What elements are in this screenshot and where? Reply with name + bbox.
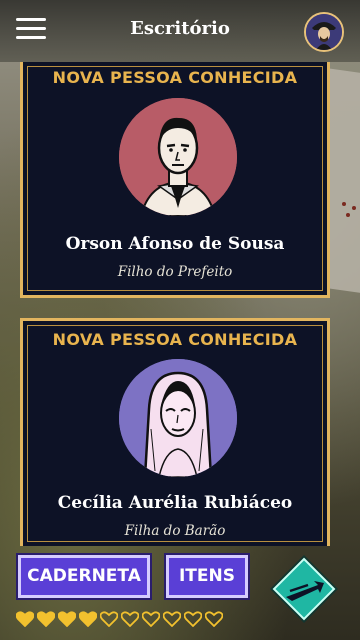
- heart-empty-icon: [162, 611, 182, 628]
- background-dice: [340, 200, 360, 220]
- heart-full-icon: [36, 611, 56, 628]
- card-heading: NOVA PESSOA CONHECIDA: [52, 68, 298, 87]
- heart-empty-icon: [120, 611, 140, 628]
- card-heading: NOVA PESSOA CONHECIDA: [52, 330, 298, 349]
- caderneta-button[interactable]: CADERNETA: [16, 553, 152, 600]
- person-name: Cecília Aurélia Rubiáceo: [57, 493, 293, 513]
- portrait-orson: [119, 98, 237, 216]
- heart-empty-icon: [204, 611, 224, 628]
- heart-full-icon: [78, 611, 98, 628]
- person-role: Filha do Barão: [124, 523, 226, 539]
- person-role: Filho do Prefeito: [117, 264, 233, 280]
- next-button[interactable]: [268, 553, 340, 625]
- player-avatar[interactable]: [304, 12, 344, 52]
- itens-button[interactable]: ITENS: [164, 553, 250, 600]
- arrow-right-icon: [270, 555, 338, 623]
- heart-full-icon: [15, 611, 35, 628]
- heart-empty-icon: [99, 611, 119, 628]
- person-name: Orson Afonso de Sousa: [65, 234, 285, 254]
- new-person-card-orson: NOVA PESSOA CONHECIDA Orson Afonso de So…: [20, 62, 330, 298]
- heart-empty-icon: [183, 611, 203, 628]
- portrait-cecilia: [119, 359, 237, 477]
- new-person-card-cecilia: NOVA PESSOA CONHECIDA Cecília Aurélia Ru…: [20, 318, 330, 546]
- top-bar: Escritório: [0, 0, 360, 62]
- heart-full-icon: [57, 611, 77, 628]
- heart-empty-icon: [141, 611, 161, 628]
